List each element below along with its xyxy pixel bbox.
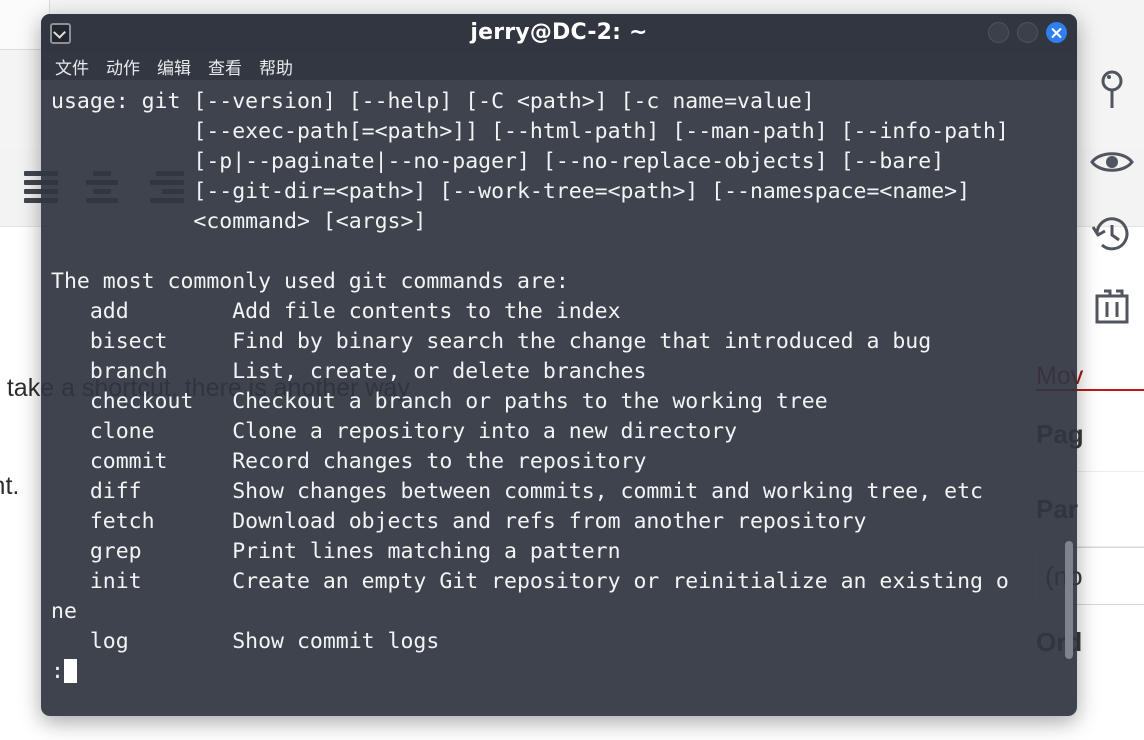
terminal-window[interactable]: jerry@DC-2: ~ 文件 动作 编辑 查看 帮助 usage: git … <box>41 14 1077 716</box>
menu-item-help[interactable]: 帮助 <box>257 54 295 79</box>
terminal-line: ne <box>51 599 77 624</box>
pager-prompt-text: : <box>51 659 64 684</box>
terminal-line: checkout Checkout a branch or paths to t… <box>51 389 828 414</box>
terminal-line: [-p|--paginate|--no-pager] [--no-replace… <box>51 149 945 174</box>
pager-prompt[interactable]: : <box>51 657 1077 687</box>
terminal-output[interactable]: usage: git [--version] [--help] [-C <pat… <box>41 81 1077 716</box>
terminal-line: [--exec-path[=<path>]] [--html-path] [--… <box>51 119 1009 144</box>
terminal-line: branch List, create, or delete branches <box>51 359 647 384</box>
terminal-line: usage: git [--version] [--help] [-C <pat… <box>51 89 815 114</box>
terminal-line: The most commonly used git commands are: <box>51 269 569 294</box>
terminal-line: [--git-dir=<path>] [--work-tree=<path>] … <box>51 179 971 204</box>
terminal-scrollbar-thumb[interactable] <box>1065 541 1073 659</box>
trash-icon[interactable] <box>1088 282 1136 330</box>
terminal-line: grep Print lines matching a pattern <box>51 539 621 564</box>
terminal-line: log Show commit logs <box>51 629 440 654</box>
terminal-scrollbar[interactable] <box>1064 81 1074 716</box>
terminal-body[interactable]: usage: git [--version] [--help] [-C <pat… <box>41 81 1077 716</box>
history-clock-icon[interactable] <box>1088 210 1136 258</box>
background-right-rail <box>1082 60 1144 360</box>
terminal-line: bisect Find by binary search the change … <box>51 329 932 354</box>
map-pin-icon[interactable] <box>1088 66 1136 114</box>
background-body-text-line-2: int. <box>0 472 20 500</box>
terminal-line: <command> [<args>] <box>51 209 427 234</box>
terminal-cursor <box>63 659 77 683</box>
menubar: 文件 动作 编辑 查看 帮助 <box>41 52 1077 81</box>
window-controls <box>988 22 1067 43</box>
menu-item-edit[interactable]: 编辑 <box>155 54 193 79</box>
menu-item-view[interactable]: 查看 <box>206 54 244 79</box>
minimize-button[interactable] <box>988 22 1009 43</box>
terminal-line: init Create an empty Git repository or r… <box>51 569 1009 594</box>
screen: d take a shortcut, there is another way … <box>0 0 1144 740</box>
terminal-line: clone Clone a repository into a new dire… <box>51 419 738 444</box>
maximize-button[interactable] <box>1017 22 1038 43</box>
window-title: jerry@DC-2: ~ <box>470 20 648 45</box>
terminal-line: diff Show changes between commits, commi… <box>51 479 983 504</box>
window-titlebar[interactable]: jerry@DC-2: ~ <box>41 14 1077 52</box>
eye-icon[interactable] <box>1088 138 1136 186</box>
close-button[interactable] <box>1046 22 1067 43</box>
menu-item-file[interactable]: 文件 <box>53 54 91 79</box>
menu-item-actions[interactable]: 动作 <box>104 54 142 79</box>
terminal-line: fetch Download objects and refs from ano… <box>51 509 867 534</box>
terminal-line: commit Record changes to the repository <box>51 449 647 474</box>
terminal-icon <box>50 23 71 44</box>
terminal-line: add Add file contents to the index <box>51 299 621 324</box>
